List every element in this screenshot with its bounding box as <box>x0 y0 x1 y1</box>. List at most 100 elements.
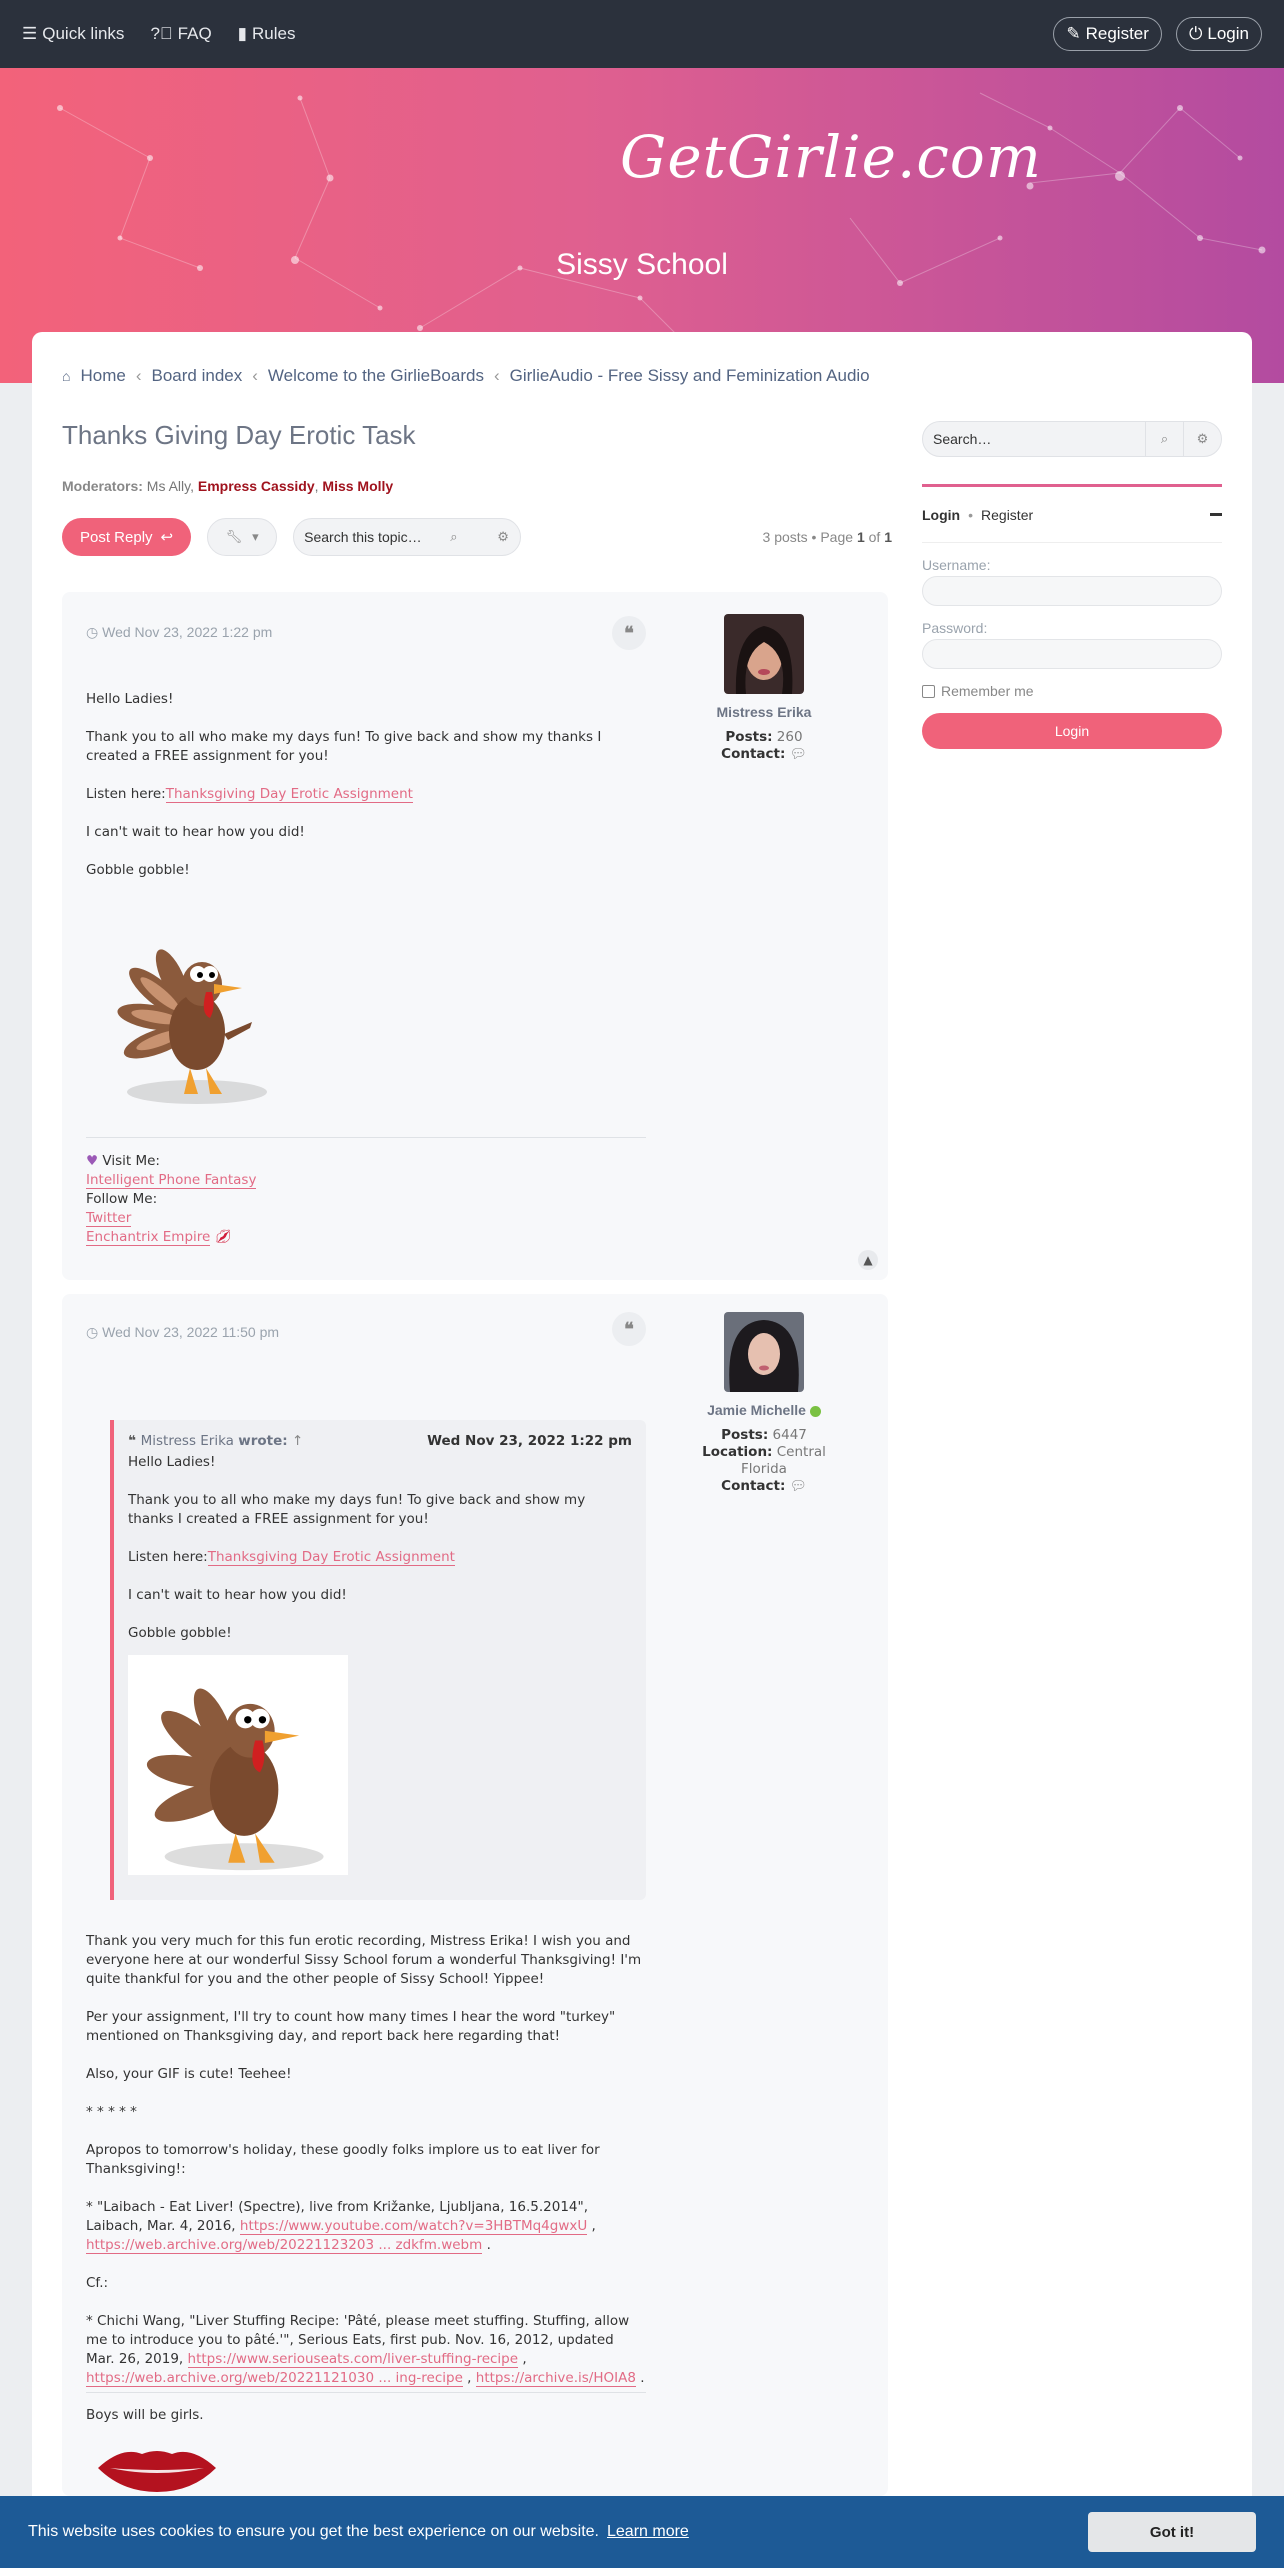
site-logo[interactable]: GetGirlie.com <box>620 123 1042 191</box>
avatar-image <box>724 614 804 694</box>
assignment-link[interactable]: Thanksgiving Day Erotic Assignment <box>207 1549 455 1566</box>
moderator-link[interactable]: Ms Ally <box>147 478 190 494</box>
collapse-icon[interactable] <box>1210 513 1222 516</box>
post-text: Apropos to tomorrow's holiday, these goo… <box>86 2142 600 2177</box>
breadcrumb: ⌂ Home ‹ Board index ‹ Welcome to the Gi… <box>62 366 870 386</box>
username-field[interactable] <box>922 576 1222 606</box>
question-circle-icon: ?⃝ <box>150 24 173 43</box>
posts-label: Posts: <box>725 729 773 745</box>
back-to-top-button[interactable]: ▲ <box>858 1250 878 1270</box>
reference-link[interactable]: https://web.archive.org/web/20221121030 … <box>86 2370 463 2387</box>
rules-link[interactable]: ▮ Rules <box>238 24 296 44</box>
register-tab[interactable]: Register <box>981 507 1033 523</box>
gear-icon[interactable]: ⚙ <box>486 529 520 545</box>
turkey-gif-image <box>117 949 267 1104</box>
breadcrumb-separator: ‹ <box>252 366 258 385</box>
post-author[interactable]: Jamie Michelle <box>684 1402 844 1419</box>
moderators-label: Moderators: <box>62 478 143 494</box>
register-button[interactable]: ✎ Register <box>1053 17 1162 51</box>
quick-links-label: Quick links <box>42 24 125 43</box>
reference-link[interactable]: https://archive.is/HOIA8 <box>475 2370 636 2387</box>
quote-source-arrow[interactable]: ↑ <box>292 1432 303 1451</box>
topic-action-bar: Post Reply ↩ 🔧︎ ▾ Search this topic… ⌕ ⚙… <box>62 517 892 557</box>
online-status-icon <box>809 1405 821 1417</box>
topic-search-box: Search this topic… ⌕ ⚙ <box>293 518 522 556</box>
login-tab[interactable]: Login <box>922 507 960 523</box>
moderators-line: Moderators: Ms Ally, Empress Cassidy, Mi… <box>62 478 394 494</box>
profile-contact: Contact: 💬︎ <box>684 1478 844 1495</box>
post: ◷ Wed Nov 23, 2022 1:22 pm ❝ Mistress Er… <box>62 592 888 1280</box>
breadcrumb-welcome[interactable]: Welcome to the GirlieBoards <box>268 366 484 386</box>
breadcrumb-home[interactable]: Home <box>80 366 125 386</box>
quick-links-menu[interactable]: ☰ Quick links <box>22 24 124 44</box>
quote-author[interactable]: Mistress Erika <box>141 1432 234 1451</box>
avatar-image <box>724 1312 804 1392</box>
search-icon[interactable]: ⌕ <box>437 529 471 545</box>
contact-label: Contact: <box>721 1478 786 1494</box>
post-date[interactable]: ◷ Wed Nov 23, 2022 1:22 pm <box>86 624 272 641</box>
post-text: Listen here:Thanksgiving Day Erotic Assi… <box>86 785 646 804</box>
topic-title[interactable]: Thanks Giving Day Erotic Task <box>62 420 416 451</box>
sidebar-search-box: Search… ⌕ ⚙ <box>922 421 1222 457</box>
got-it-button[interactable]: Got it! <box>1088 2512 1256 2552</box>
signature-link[interactable]: Intelligent Phone Fantasy <box>86 1172 257 1189</box>
post-text: Thank you very much for this fun erotic … <box>86 1933 642 1987</box>
quote-button[interactable]: ❝ <box>612 616 646 650</box>
wrench-icon: 🔧︎ <box>225 529 243 544</box>
quote-button[interactable]: ❝ <box>612 1312 646 1346</box>
profile-contact: Contact: 💬︎ <box>684 746 844 763</box>
breadcrumb-board-index[interactable]: Board index <box>152 366 243 386</box>
reply-icon: ↩ <box>160 529 174 546</box>
post-content: Thank you very much for this fun erotic … <box>86 1932 646 2407</box>
power-icon: ⏻ <box>1188 24 1203 43</box>
signature-text: Boys will be girls. <box>86 2407 204 2423</box>
sidebar-search-input[interactable]: Search… <box>933 431 991 447</box>
post-author[interactable]: Mistress Erika <box>684 704 844 721</box>
reference-link[interactable]: https://web.archive.org/web/20221123203 … <box>86 2237 483 2254</box>
signature-text: Follow Me: <box>86 1191 158 1207</box>
search-icon[interactable]: ⌕ <box>1145 422 1183 456</box>
remember-me-checkbox[interactable] <box>922 684 935 698</box>
faq-label: FAQ <box>177 24 212 43</box>
post-text: Thank you to all who make my days fun! T… <box>86 729 602 764</box>
post-reply-label: Post Reply <box>80 528 153 546</box>
signature-link[interactable]: Twitter <box>86 1210 132 1227</box>
post-date[interactable]: ◷ Wed Nov 23, 2022 11:50 pm <box>86 1324 279 1341</box>
moderator-link[interactable]: Empress Cassidy <box>198 478 315 494</box>
breadcrumb-girlieaudio[interactable]: GirlieAudio - Free Sissy and Feminizatio… <box>510 366 870 386</box>
post-reply-button[interactable]: Post Reply ↩ <box>62 518 192 556</box>
clock-icon: ◷ <box>86 1324 99 1340</box>
post-date-text: Wed Nov 23, 2022 11:50 pm <box>102 1324 280 1340</box>
speech-bubble-icon[interactable]: 💬︎ <box>790 1478 807 1494</box>
gear-icon[interactable]: ⚙ <box>1183 422 1221 456</box>
top-navbar: ☰ Quick links ?⃝ FAQ ▮ Rules ✎ Register … <box>0 0 1284 68</box>
remember-me-label: Remember me <box>941 683 1034 699</box>
learn-more-link[interactable]: Learn more <box>607 2523 689 2541</box>
avatar[interactable] <box>724 614 804 694</box>
reference-item: * Chichi Wang, "Liver Stuffing Recipe: '… <box>86 2313 645 2387</box>
remember-me: Remember me <box>922 683 1222 699</box>
quote-header: ❝ Mistress Erika wrote: ↑ Wed Nov 23, 20… <box>128 1432 632 1451</box>
quote-wrote: wrote: <box>238 1433 288 1449</box>
speech-bubble-icon[interactable]: 💬︎ <box>790 746 807 762</box>
post-text: Gobble gobble! <box>86 862 190 878</box>
posts-count: 3 posts <box>762 529 808 545</box>
post-text: I can't wait to hear how you did! <box>86 824 305 840</box>
listen-label: Listen here: <box>128 1549 208 1565</box>
topic-search-input[interactable]: Search this topic… <box>304 529 422 545</box>
signature: Boys will be girls. <box>86 2406 646 2425</box>
faq-link[interactable]: ?⃝ FAQ <box>150 24 211 44</box>
reference-link[interactable]: https://www.seriouseats.com/liver-stuffi… <box>187 2351 519 2368</box>
password-field[interactable] <box>922 639 1222 669</box>
signature-link[interactable]: Enchantrix Empire <box>86 1229 211 1246</box>
quote-text: Thank you to all who make my days fun! T… <box>128 1492 586 1527</box>
reference-link[interactable]: https://www.youtube.com/watch?v=3HBTMq4g… <box>239 2218 588 2235</box>
assignment-link[interactable]: Thanksgiving Day Erotic Assignment <box>165 786 413 803</box>
moderator-link[interactable]: Miss Molly <box>322 478 393 494</box>
avatar[interactable] <box>724 1312 804 1392</box>
login-button-top[interactable]: ⏻ Login <box>1175 17 1262 51</box>
cookie-message: This website uses cookies to ensure you … <box>28 2523 599 2540</box>
topic-tools-dropdown[interactable]: 🔧︎ ▾ <box>207 518 278 556</box>
login-label: Login <box>1207 24 1249 43</box>
login-submit-button[interactable]: Login <box>922 713 1222 749</box>
